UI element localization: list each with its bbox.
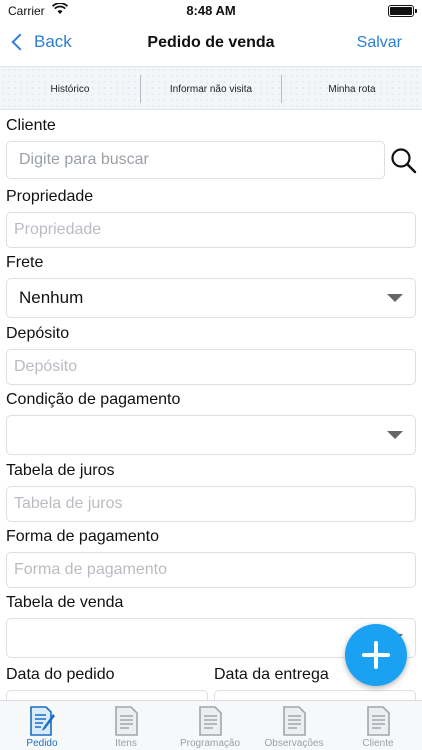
battery-icon (388, 5, 417, 17)
tab-historico[interactable]: Histórico (0, 67, 140, 111)
frete-select[interactable]: Nenhum (6, 278, 416, 318)
document-icon (115, 706, 138, 736)
frete-label: Frete (6, 254, 44, 271)
save-button[interactable]: Salvar (357, 34, 402, 52)
deposito-input[interactable]: Depósito (6, 349, 416, 385)
bottom-tab-itens[interactable]: Itens (84, 701, 168, 750)
navigation-bar: Back Pedido de venda Salvar (0, 24, 422, 66)
top-tabs-bar: Histórico Informar não visita Minha rota (0, 66, 422, 110)
tabela-venda-label: Tabela de venda (6, 594, 124, 611)
bottom-tab-label: Pedido (26, 738, 58, 749)
frete-value: Nenhum (19, 288, 84, 307)
search-icon[interactable] (390, 147, 418, 180)
chevron-down-icon (387, 431, 403, 439)
cliente-label: Cliente (6, 117, 56, 134)
bottom-tab-label: Cliente (362, 738, 394, 749)
document-icon (283, 706, 306, 736)
bottom-tab-cliente[interactable]: Cliente (336, 701, 420, 750)
tabela-juros-label: Tabela de juros (6, 462, 115, 479)
document-edit-icon (30, 706, 55, 736)
forma-pagamento-input[interactable]: Forma de pagamento (6, 552, 416, 588)
clock: 8:48 AM (186, 3, 236, 18)
document-icon (367, 706, 390, 736)
document-icon (199, 706, 222, 736)
bottom-tab-bar: Pedido Itens Programação Observações Cli… (0, 700, 422, 750)
deposito-label: Depósito (6, 325, 70, 342)
bottom-tab-label: Programação (179, 738, 241, 749)
bottom-tab-pedido[interactable]: Pedido (0, 701, 84, 750)
bottom-tab-label: Observações (264, 738, 324, 749)
cliente-search-input[interactable]: Digite para buscar (6, 141, 385, 179)
bottom-tab-observacoes[interactable]: Observações (252, 701, 336, 750)
tab-informar-nao-visita[interactable]: Informar não visita (141, 67, 281, 111)
tabela-juros-input[interactable]: Tabela de juros (6, 486, 416, 522)
status-bar: Carrier 8:48 AM (0, 0, 422, 24)
add-fab-button[interactable] (345, 624, 407, 686)
propriedade-input[interactable]: Propriedade (6, 212, 416, 248)
chevron-down-icon (387, 294, 403, 302)
data-entrega-label: Data da entrega (214, 666, 329, 683)
propriedade-label: Propriedade (6, 188, 94, 205)
data-pedido-label: Data do pedido (6, 666, 115, 683)
condicao-pagamento-label: Condição de pagamento (6, 391, 181, 408)
forma-pagamento-label: Forma de pagamento (6, 528, 159, 545)
bottom-tab-label: Itens (115, 738, 137, 749)
condicao-pagamento-select[interactable] (6, 415, 416, 455)
bottom-tab-programacao[interactable]: Programação (168, 701, 252, 750)
tab-minha-rota[interactable]: Minha rota (282, 67, 422, 111)
